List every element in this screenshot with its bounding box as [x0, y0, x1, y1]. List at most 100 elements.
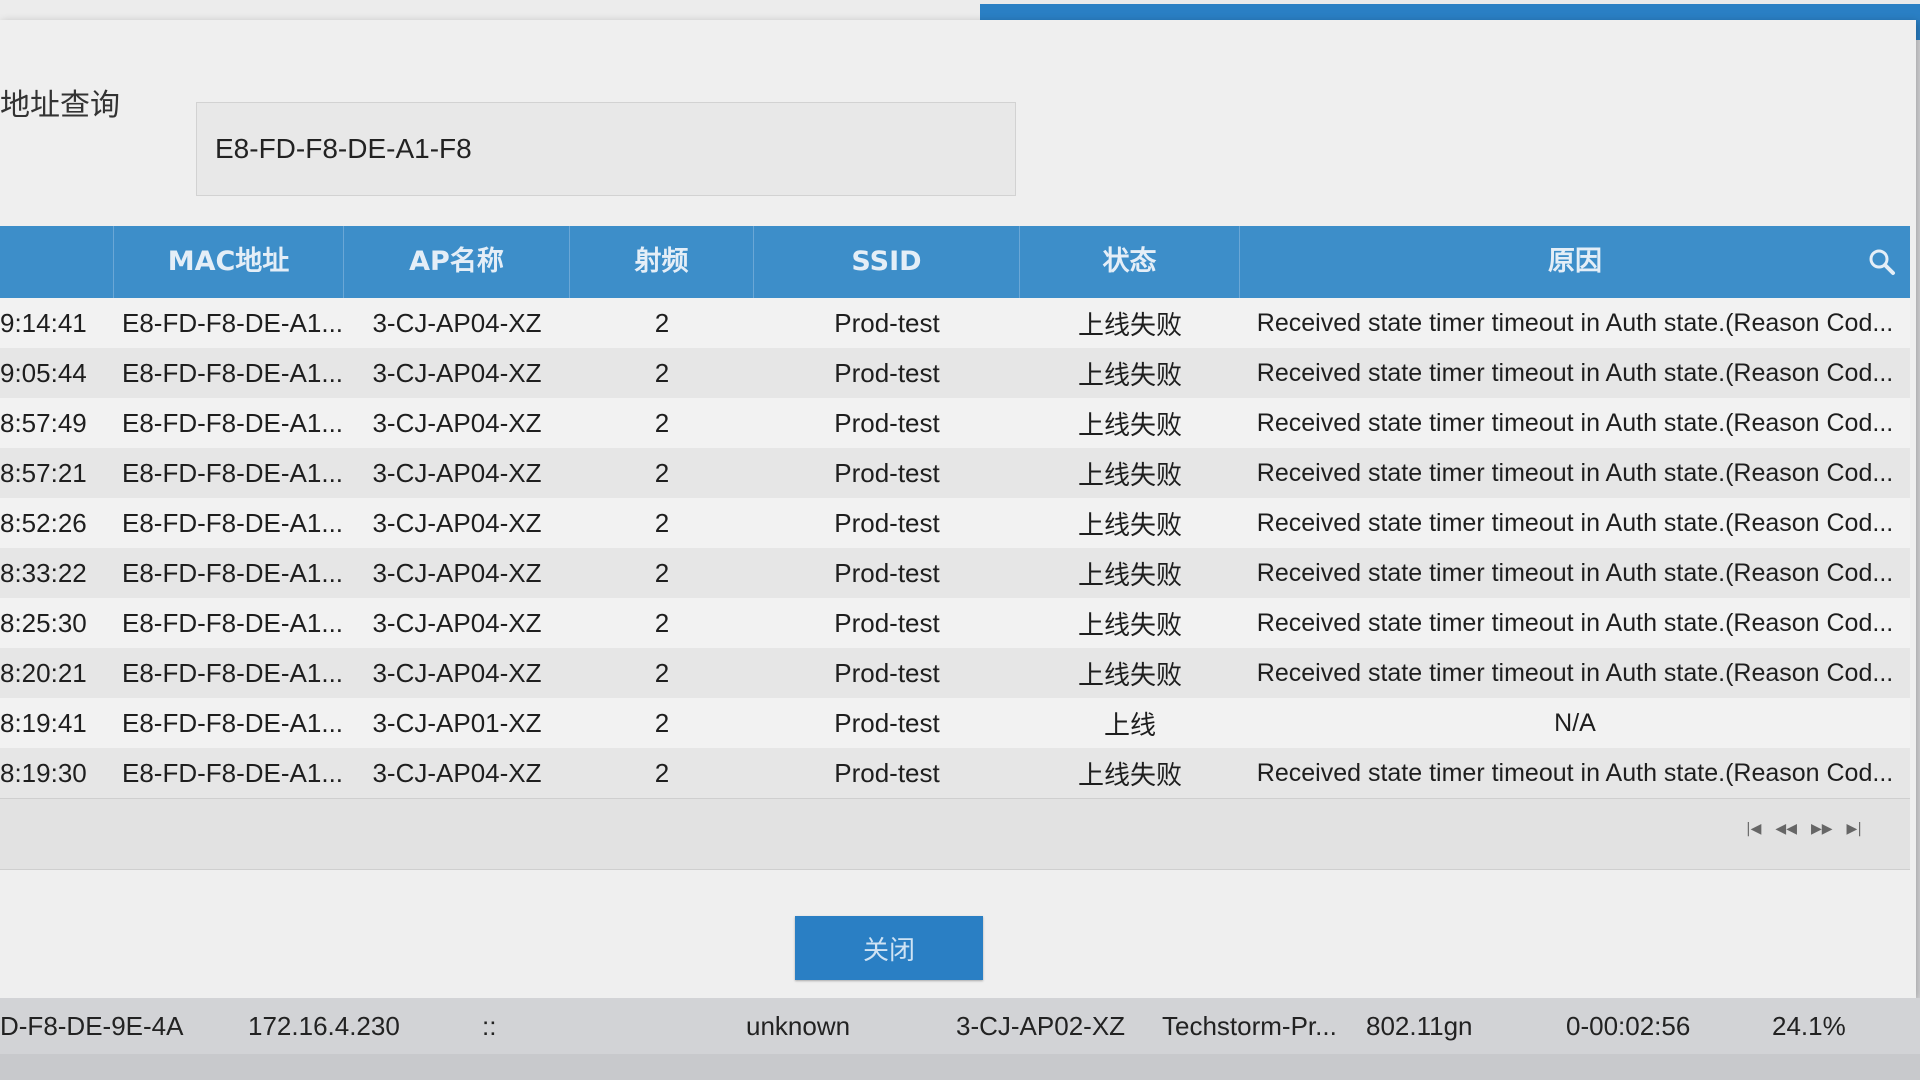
table-footer: |◀ ◀◀ ▶▶ ▶|: [0, 798, 1910, 870]
column-header-ssid[interactable]: SSID: [754, 226, 1020, 298]
cell-ssid: Prod-test: [834, 507, 940, 538]
mac-query-dialog: 地址查询 MAC地址 AP名称 射频 SSID 状态 原因 9:14:41 E8-…: [0, 20, 1916, 998]
cell-ssid: Prod-test: [834, 707, 940, 738]
cell-radio: 2: [654, 307, 670, 338]
cell-mac: E8-FD-F8-DE-A1...: [122, 457, 344, 488]
cell-reason: Received state timer timeout in Auth sta…: [1256, 658, 1894, 687]
cell-mac: E8-FD-F8-DE-A1...: [122, 507, 344, 538]
column-header-radio[interactable]: 射频: [570, 226, 754, 298]
cell-reason: Received state timer timeout in Auth sta…: [1256, 408, 1894, 437]
cell-radio: 2: [654, 757, 670, 788]
bg-ipv6: ::: [482, 1010, 497, 1041]
cell-status: 上线失败: [1077, 359, 1182, 390]
cell-time: 9:05:44: [0, 357, 87, 388]
results-table: MAC地址 AP名称 射频 SSID 状态 原因 9:14:41 E8-FD-F8…: [0, 226, 1910, 798]
cell-ssid: Prod-test: [834, 357, 940, 388]
column-header-ap-name[interactable]: AP名称: [344, 226, 570, 298]
cell-ap-name: 3-CJ-AP04-XZ: [372, 757, 542, 788]
bg-ap: 3-CJ-AP02-XZ: [956, 1010, 1126, 1041]
bg-mode: 802.11gn: [1366, 1010, 1473, 1041]
cell-time: 8:52:26: [0, 507, 87, 538]
cell-mac: E8-FD-F8-DE-A1...: [122, 707, 344, 738]
cell-time: 8:57:21: [0, 457, 87, 488]
cell-ap-name: 3-CJ-AP04-XZ: [372, 457, 542, 488]
close-button[interactable]: 关闭: [795, 916, 983, 980]
table-row[interactable]: 8:25:30 E8-FD-F8-DE-A1... 3-CJ-AP04-XZ 2 Pro…: [0, 598, 1910, 648]
table-row[interactable]: 8:19:41 E8-FD-F8-DE-A1... 3-CJ-AP01-XZ 2 Pro…: [0, 698, 1910, 748]
table-row[interactable]: 8:52:26 E8-FD-F8-DE-A1... 3-CJ-AP04-XZ 2 Pro…: [0, 498, 1910, 548]
cell-time: 8:25:30: [0, 607, 87, 638]
cell-ap-name: 3-CJ-AP04-XZ: [372, 507, 542, 538]
next-page-icon[interactable]: ▶▶: [1811, 821, 1833, 837]
table-row[interactable]: 8:33:22 E8-FD-F8-DE-A1... 3-CJ-AP04-XZ 2 Pro…: [0, 548, 1910, 598]
cell-time: 8:33:22: [0, 557, 87, 588]
cell-status: 上线失败: [1077, 309, 1182, 340]
cell-status: 上线失败: [1077, 459, 1182, 490]
cell-time: 8:19:30: [0, 757, 87, 788]
cell-radio: 2: [654, 407, 670, 438]
table-row[interactable]: 9:05:44 E8-FD-F8-DE-A1... 3-CJ-AP04-XZ 2 Pro…: [0, 348, 1910, 398]
table-header: MAC地址 AP名称 射频 SSID 状态 原因: [0, 226, 1910, 298]
cell-ap-name: 3-CJ-AP01-XZ: [372, 707, 542, 738]
cell-status: 上线失败: [1077, 509, 1182, 540]
table-row[interactable]: 8:19:30 E8-FD-F8-DE-A1... 3-CJ-AP04-XZ 2 Pro…: [0, 748, 1910, 798]
cell-radio: 2: [654, 707, 670, 738]
cell-ap-name: 3-CJ-AP04-XZ: [372, 557, 542, 588]
column-header-time[interactable]: [0, 226, 114, 298]
cell-radio: 2: [654, 507, 670, 538]
cell-reason: Received state timer timeout in Auth sta…: [1256, 458, 1894, 487]
cell-ap-name: 3-CJ-AP04-XZ: [372, 357, 542, 388]
bg-user: unknown: [746, 1010, 851, 1041]
cell-radio: 2: [654, 657, 670, 688]
first-page-icon[interactable]: |◀: [1746, 821, 1761, 837]
cell-reason: Received state timer timeout in Auth sta…: [1256, 308, 1894, 337]
cell-ssid: Prod-test: [834, 607, 940, 638]
cell-radio: 2: [654, 357, 670, 388]
prev-page-icon[interactable]: ◀◀: [1775, 821, 1797, 837]
bg-mac: D-F8-DE-9E-4A: [0, 1010, 184, 1041]
cell-status: 上线失败: [1077, 759, 1182, 790]
column-header-reason[interactable]: 原因: [1240, 226, 1910, 298]
cell-time: 9:14:41: [0, 307, 87, 338]
table-row[interactable]: 8:20:21 E8-FD-F8-DE-A1... 3-CJ-AP04-XZ 2 Pro…: [0, 648, 1910, 698]
cell-mac: E8-FD-F8-DE-A1...: [122, 607, 344, 638]
cell-mac: E8-FD-F8-DE-A1...: [122, 657, 344, 688]
cell-mac: E8-FD-F8-DE-A1...: [122, 307, 344, 338]
cell-mac: E8-FD-F8-DE-A1...: [122, 757, 344, 788]
cell-ap-name: 3-CJ-AP04-XZ: [372, 657, 542, 688]
cell-ap-name: 3-CJ-AP04-XZ: [372, 407, 542, 438]
cell-reason: Received state timer timeout in Auth sta…: [1256, 358, 1894, 387]
column-header-mac[interactable]: MAC地址: [114, 226, 344, 298]
column-header-reason-label: 原因: [1548, 246, 1602, 277]
mac-search-input[interactable]: [196, 102, 1016, 196]
search-icon[interactable]: [1868, 248, 1896, 276]
last-page-icon[interactable]: ▶|: [1847, 821, 1862, 837]
background-bottom-strip: [0, 1054, 1920, 1080]
cell-reason: Received state timer timeout in Auth sta…: [1256, 508, 1894, 537]
background-client-row[interactable]: D-F8-DE-9E-4A 172.16.4.230 :: unknown 3-…: [0, 998, 1920, 1054]
cell-ssid: Prod-test: [834, 457, 940, 488]
cell-radio: 2: [654, 607, 670, 638]
cell-ssid: Prod-test: [834, 407, 940, 438]
cell-status: 上线失败: [1077, 609, 1182, 640]
cell-status: 上线失败: [1077, 559, 1182, 590]
table-row[interactable]: 9:14:41 E8-FD-F8-DE-A1... 3-CJ-AP04-XZ 2 Pro…: [0, 298, 1910, 348]
table-row[interactable]: 8:57:21 E8-FD-F8-DE-A1... 3-CJ-AP04-XZ 2 Pro…: [0, 448, 1910, 498]
search-label: 地址查询: [0, 88, 120, 123]
cell-reason: N/A: [1554, 708, 1596, 737]
cell-time: 8:57:49: [0, 407, 87, 438]
cell-ssid: Prod-test: [834, 307, 940, 338]
table-row[interactable]: 8:57:49 E8-FD-F8-DE-A1... 3-CJ-AP04-XZ 2 Pro…: [0, 398, 1910, 448]
cell-ssid: Prod-test: [834, 657, 940, 688]
cell-time: 8:20:21: [0, 657, 87, 688]
cell-ap-name: 3-CJ-AP04-XZ: [372, 307, 542, 338]
cell-reason: Received state timer timeout in Auth sta…: [1256, 558, 1894, 587]
cell-ssid: Prod-test: [834, 557, 940, 588]
cell-reason: Received state timer timeout in Auth sta…: [1256, 758, 1894, 787]
cell-radio: 2: [654, 457, 670, 488]
cell-ssid: Prod-test: [834, 757, 940, 788]
cell-ap-name: 3-CJ-AP04-XZ: [372, 607, 542, 638]
column-header-status[interactable]: 状态: [1020, 226, 1240, 298]
bg-rate: 24.1%: [1772, 1010, 1846, 1041]
cell-mac: E8-FD-F8-DE-A1...: [122, 407, 344, 438]
